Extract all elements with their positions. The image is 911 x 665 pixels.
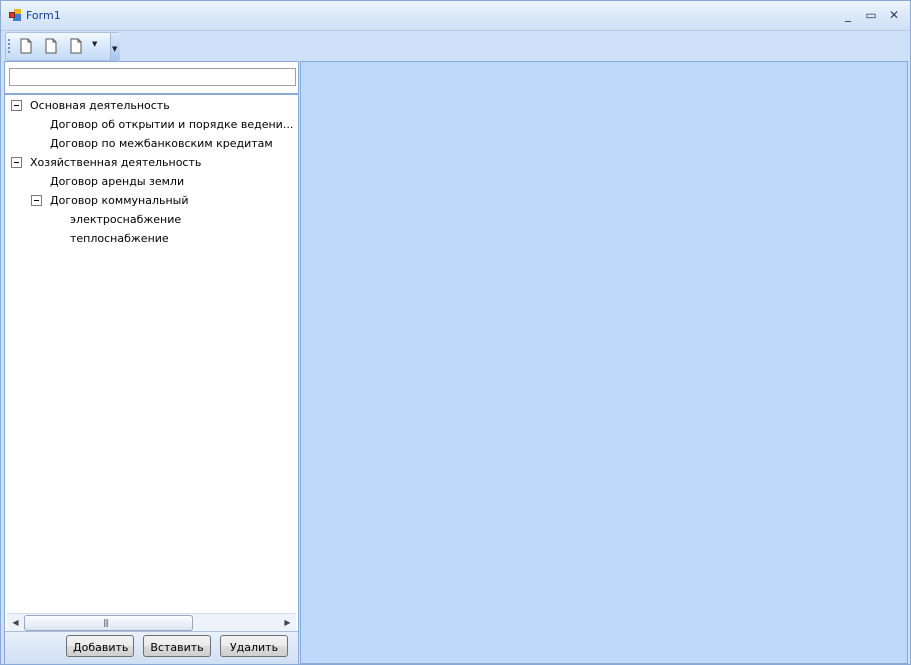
chevron-down-icon: ▼	[112, 45, 118, 53]
maximize-button[interactable]: ▭	[862, 7, 880, 23]
search-input[interactable]	[9, 68, 296, 86]
tree-node[interactable]: Хозяйственная деятельность	[5, 153, 296, 172]
tree-node-label: Договор об открытии и порядке ведени...	[50, 118, 294, 131]
tree-node-label: электроснабжение	[70, 213, 182, 226]
collapse-icon[interactable]	[31, 195, 42, 206]
tree-node-label: Хозяйственная деятельность	[30, 156, 202, 169]
document-icon[interactable]	[42, 37, 60, 55]
tree-node-label: теплоснабжение	[70, 232, 169, 245]
delete-button[interactable]: Удалить	[220, 635, 288, 657]
scrollbar-thumb[interactable]: |||	[24, 615, 193, 631]
scroll-right-icon[interactable]: ▶	[279, 614, 296, 631]
horizontal-scrollbar[interactable]: ◀ ||| ▶	[7, 613, 296, 631]
tree-node[interactable]: Договор об открытии и порядке ведени...	[5, 115, 296, 134]
window-title: Form1	[26, 9, 61, 22]
collapse-icon[interactable]	[11, 157, 22, 168]
toolstrip: ▼ ▼	[5, 32, 120, 61]
close-icon: ✕	[888, 8, 900, 22]
tree-node[interactable]: Договор аренды земли	[5, 172, 296, 191]
tree-node[interactable]: электроснабжение	[5, 210, 296, 229]
left-panel: Основная деятельность Договор об открытии…	[4, 61, 299, 664]
app-icon	[9, 9, 21, 21]
close-button[interactable]: ✕	[885, 7, 903, 23]
collapse-icon[interactable]	[11, 100, 22, 111]
tree-view[interactable]: Основная деятельность Договор об открытии…	[5, 95, 296, 613]
tree-node-label: Основная деятельность	[30, 99, 170, 112]
minimize-icon: _	[845, 8, 851, 22]
document-dropdown-icon[interactable]	[67, 37, 85, 55]
dropdown-arrow-icon[interactable]: ▼	[92, 40, 97, 48]
title-bar[interactable]: Form1 _ ▭ ✕	[1, 1, 910, 31]
minimize-button[interactable]: _	[839, 7, 857, 23]
tree-node[interactable]: Договор коммунальный	[5, 191, 296, 210]
new-document-icon[interactable]	[17, 37, 35, 55]
toolstrip-grip[interactable]	[8, 39, 11, 55]
main-window: Form1 _ ▭ ✕ ▼ ▼ Основная деятельность Дог…	[0, 0, 911, 665]
grip-icon: |||	[103, 618, 109, 627]
scroll-left-icon[interactable]: ◀	[7, 614, 24, 631]
tree-node[interactable]: Договор по межбанковским кредитам	[5, 134, 296, 153]
tree-node-label: Договор по межбанковским кредитам	[50, 137, 273, 150]
tree-node-label: Договор коммунальный	[50, 194, 189, 207]
button-bar: Добавить Вставить Удалить	[5, 631, 298, 664]
toolstrip-overflow-button[interactable]: ▼	[110, 33, 120, 60]
content-panel	[300, 61, 908, 664]
tree-node-label: Договор аренды земли	[50, 175, 185, 188]
tree-node[interactable]: Основная деятельность	[5, 96, 296, 115]
tree-node[interactable]: теплоснабжение	[5, 229, 296, 248]
insert-button[interactable]: Вставить	[143, 635, 211, 657]
maximize-icon: ▭	[865, 8, 877, 22]
add-button[interactable]: Добавить	[66, 635, 134, 657]
